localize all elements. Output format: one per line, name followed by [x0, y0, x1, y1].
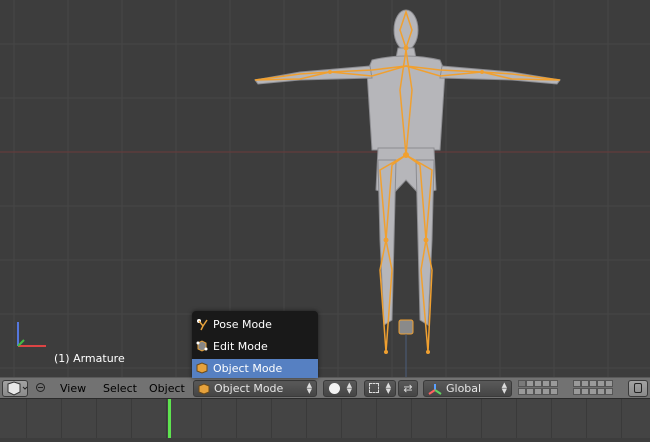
current-frame-indicator[interactable]: [168, 399, 171, 438]
lock-icon: [634, 383, 642, 393]
transform-orientation-icon: [428, 384, 442, 395]
3d-viewport[interactable]: (1) Armature: [0, 0, 650, 377]
menu-object[interactable]: Object: [149, 382, 185, 395]
manipulator-toggle-button[interactable]: ⇄: [398, 380, 418, 397]
mode-dropdown[interactable]: Object Mode ▲ ▼: [193, 380, 317, 397]
object-origin: [398, 319, 414, 335]
armature-character[interactable]: [0, 0, 650, 377]
axis-gizmo: [17, 322, 46, 347]
manipulator-icon: ⇄: [403, 382, 413, 395]
menu-view[interactable]: View: [60, 382, 86, 395]
edit-mode-icon: [196, 340, 208, 352]
layer-buttons-left[interactable]: [518, 380, 566, 397]
menu-item-object-mode[interactable]: Object Mode: [192, 359, 318, 378]
menu-item-edit-mode[interactable]: Edit Mode: [192, 337, 318, 356]
timeline-editor[interactable]: [0, 399, 650, 438]
menu-item-pose-mode[interactable]: Pose Mode: [192, 315, 318, 334]
cube-icon: [7, 381, 28, 396]
layer-buttons-right[interactable]: [573, 380, 621, 397]
updown-arrows-icon: ▲ ▼: [306, 381, 312, 395]
viewport-shading-dropdown[interactable]: ▲ ▼: [323, 380, 357, 397]
solid-shading-icon: [329, 383, 340, 394]
editor-type-button[interactable]: [2, 380, 28, 397]
pivot-point-icon: [369, 383, 379, 393]
updown-arrows-icon: ▲ ▼: [501, 381, 507, 395]
object-mode-icon: [198, 383, 210, 395]
timeline-grid: [26, 399, 622, 438]
active-object-label: (1) Armature: [54, 352, 125, 365]
pivot-point-dropdown[interactable]: ▲ ▼: [364, 380, 396, 397]
viewport-header: View Select Object Object Mode ▲ ▼ ▲ ▼ ▲ ▼ …: [0, 377, 650, 399]
transform-orientation-label: Global: [446, 382, 482, 395]
mode-menu: Pose Mode Edit Mode Object Mode: [192, 311, 318, 378]
menu-select[interactable]: Select: [103, 382, 137, 395]
pose-mode-icon: [197, 319, 208, 331]
lock-layers-button[interactable]: [628, 380, 648, 397]
transform-orientation-dropdown[interactable]: Global ▲ ▼: [423, 380, 512, 397]
updown-arrows-icon: ▲ ▼: [385, 381, 391, 395]
updown-arrows-icon: ▲ ▼: [346, 381, 352, 395]
collapse-menu-icon[interactable]: [36, 383, 45, 392]
mode-dropdown-label: Object Mode: [214, 382, 284, 395]
object-mode-icon: [196, 362, 208, 374]
